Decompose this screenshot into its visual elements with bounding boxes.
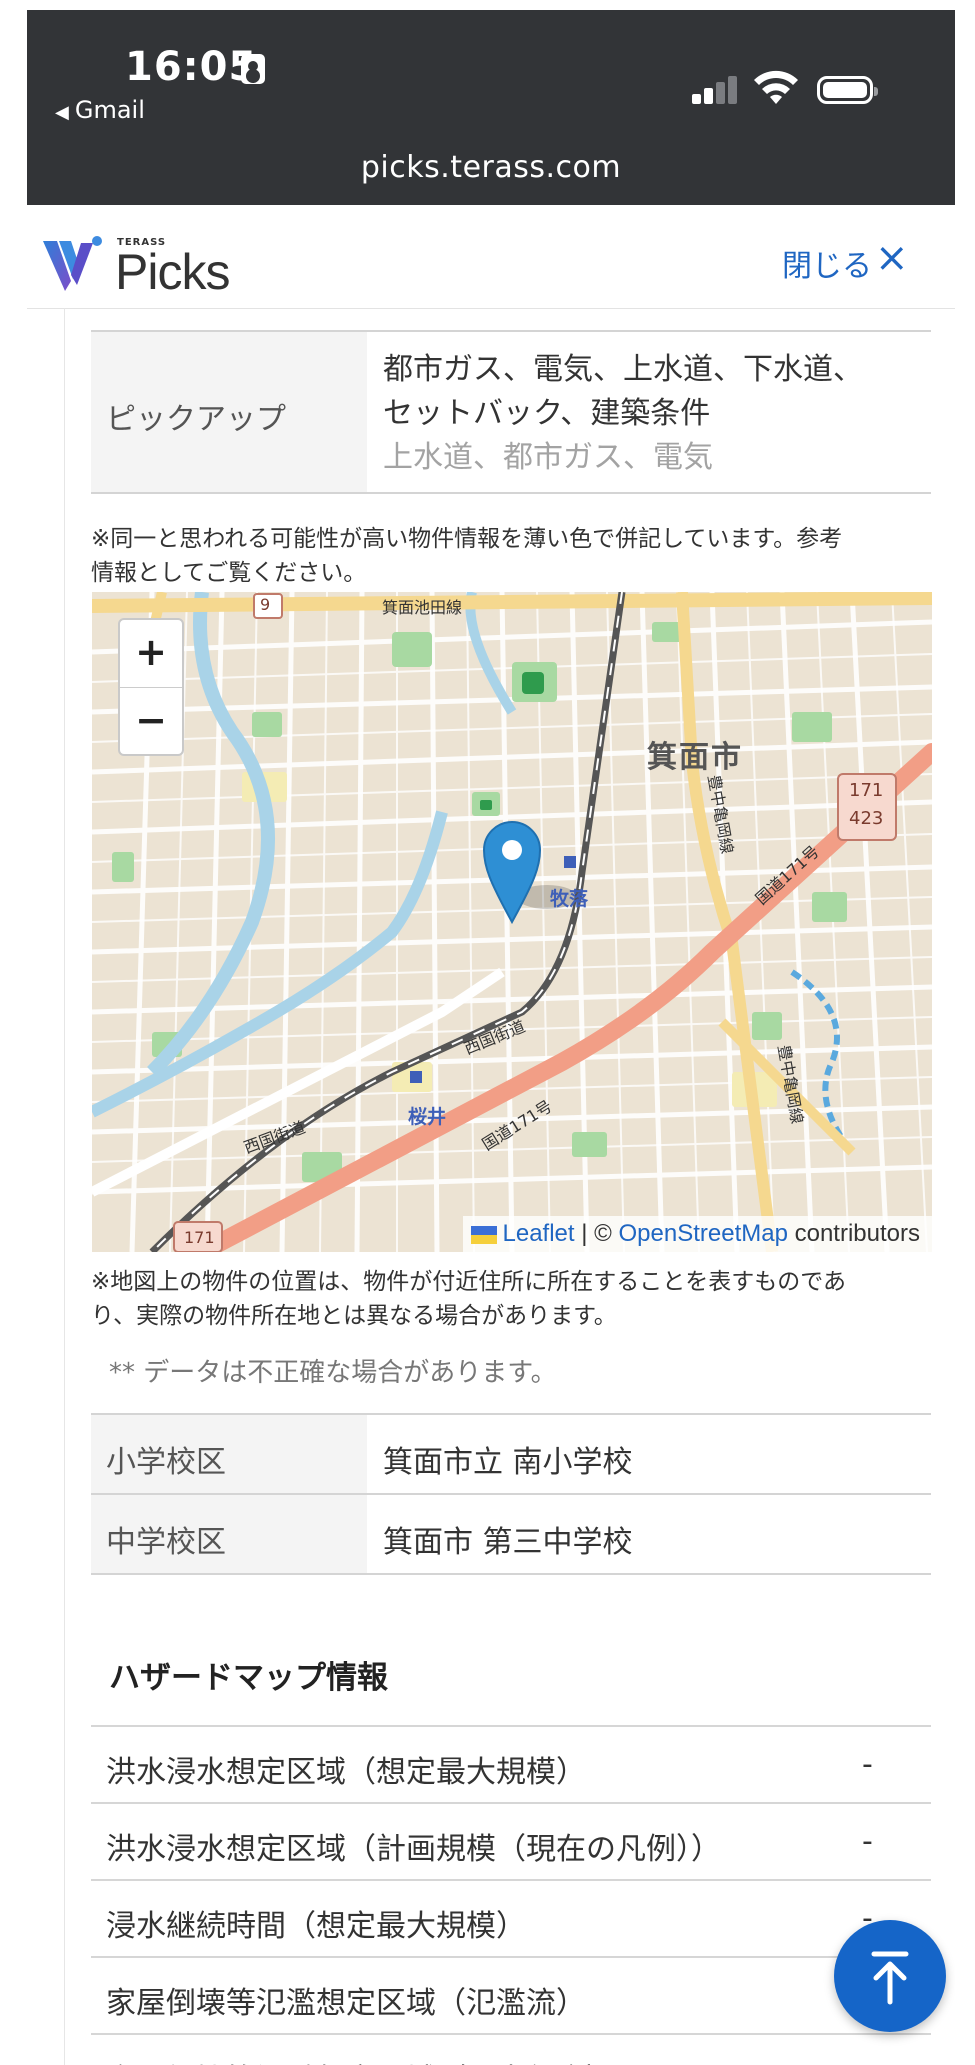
map-note-line2: り、実際の物件所在地とは異なる場合があります。 — [91, 1303, 617, 1329]
close-button-label[interactable]: 閉じる — [782, 241, 872, 285]
back-app-label: Gmail — [74, 96, 145, 124]
divider — [91, 1573, 931, 1575]
hazard-row-value: - — [862, 1747, 873, 1782]
zoom-control: + − — [118, 618, 184, 756]
hazard-row: 洪水浸水想定区域（想定最大規模） - — [91, 1725, 931, 1804]
pickup-value-line2: セットバック、建築条件 — [383, 396, 711, 431]
pickup-row: ピックアップ 都市ガス、電気、上水道、下水道、 セットバック、建築条件 上水道、… — [91, 332, 931, 492]
url-bar[interactable]: picks.terass.com — [27, 150, 955, 185]
hazard-row-label: 浸水継続時間（想定最大規模） — [106, 1909, 526, 1944]
property-map[interactable]: 箕面市 牧落 桜井 国道171号 国道171号 西国街道 西国街道 箕面池田線 … — [92, 592, 932, 1252]
app-header: TERASS Picks 閉じる × — [27, 205, 955, 309]
pickup-label: ピックアップ — [106, 402, 286, 437]
map-attribution: Leaflet | © OpenStreetMap contributors — [462, 1216, 932, 1252]
map-route-shield-171: 171 — [849, 780, 884, 801]
hazard-section-title: ハザードマップ情報 — [109, 1660, 388, 1696]
back-arrow-icon: ◀ — [55, 102, 69, 123]
hazard-row: 洪水浸水想定区域（計画規模（現在の凡例）） - — [91, 1802, 931, 1881]
battery-icon — [817, 76, 878, 104]
wifi-icon — [754, 70, 798, 104]
hazard-row: 家屋倒壊等氾濫想定区域（氾濫流） — [91, 1956, 931, 2035]
map-route-shield-423: 423 — [849, 808, 884, 829]
map-label-minoikeda: 箕面池田線 — [382, 598, 463, 617]
scroll-to-top-button[interactable] — [834, 1920, 946, 2032]
map-note: ※地図上の物件の位置は、物件が付近住所に所在することを表すものであ り、実際の物… — [91, 1265, 931, 1333]
elementary-school-row: 小学校区 箕面市立 南小学校 — [91, 1415, 931, 1493]
back-to-app-link[interactable]: ◀ Gmail — [55, 96, 145, 124]
pickup-header-cell: ピックアップ — [91, 332, 367, 492]
similar-note-line2: 情報としてご覧ください。 — [91, 560, 367, 586]
map-tiles[interactable] — [92, 592, 932, 1252]
status-bar: 16:05 ◀ Gmail picks.terass.com — [27, 10, 955, 205]
map-label-city: 箕面市 — [647, 740, 743, 775]
map-label-station-makiochi: 牧落 — [550, 888, 589, 910]
map-route-shield-9: 9 — [260, 595, 271, 614]
elementary-school-value: 箕面市立 南小学校 — [383, 1445, 633, 1480]
close-icon[interactable]: × — [875, 235, 909, 281]
hazard-row-label: 家屋倒壊等氾濫想定区域（河岸侵食） — [106, 2055, 616, 2065]
map-label-station-sakurai: 桜井 — [408, 1106, 447, 1128]
junior-high-school-header: 中学校区 — [91, 1495, 367, 1573]
map-route-shield-171-bottom: 171 — [184, 1228, 215, 1247]
junior-high-school-row: 中学校区 箕面市 第三中学校 — [91, 1495, 931, 1573]
cellular-signal-icon — [692, 74, 740, 104]
attribution-separator: | © — [574, 1220, 619, 1247]
hazard-row: 浸水継続時間（想定最大規模） - — [91, 1879, 931, 1958]
terass-logo-icon — [43, 236, 102, 291]
hazard-row-label: 洪水浸水想定区域（計画規模（現在の凡例）） — [106, 1832, 721, 1867]
junior-high-school-value: 箕面市 第三中学校 — [383, 1525, 633, 1560]
similar-note-line1: ※同一と思われる可能性が高い物件情報を薄い色で併記しています。参考 — [91, 526, 843, 552]
elementary-school-label: 小学校区 — [106, 1445, 226, 1480]
elementary-school-header: 小学校区 — [91, 1415, 367, 1493]
pickup-value-similar: 上水道、都市ガス、電気 — [383, 440, 713, 475]
hazard-row-label: 洪水浸水想定区域（想定最大規模） — [106, 1755, 586, 1790]
logo-wordmark: Picks — [115, 244, 230, 300]
phone-screen: 16:05 ◀ Gmail picks.terass.com TERASS Pi… — [27, 10, 955, 2065]
pickup-value-line1: 都市ガス、電気、上水道、下水道、 — [383, 352, 863, 387]
data-disclaimer: ** データは不正確な場合があります。 — [109, 1358, 557, 1388]
hazard-row: 家屋倒壊等氾濫想定区域（河岸侵食） — [91, 2033, 931, 2065]
junior-high-school-label: 中学校区 — [106, 1525, 226, 1560]
zoom-in-button[interactable]: + — [120, 620, 182, 687]
leaflet-link[interactable]: Leaflet — [503, 1220, 575, 1247]
divider — [91, 492, 931, 494]
osm-link[interactable]: OpenStreetMap — [619, 1220, 788, 1247]
ukraine-flag-icon — [470, 1225, 497, 1244]
similar-note: ※同一と思われる可能性が高い物件情報を薄い色で併記しています。参考 情報としてご… — [91, 522, 931, 590]
scroll-to-top-icon — [871, 1951, 909, 2005]
map-note-line1: ※地図上の物件の位置は、物件が付近住所に所在することを表すものであ — [91, 1269, 847, 1295]
hazard-row-label: 家屋倒壊等氾濫想定区域（氾濫流） — [106, 1986, 586, 2021]
hazard-row-value: - — [862, 1824, 873, 1859]
clock: 16:05 — [125, 44, 258, 90]
contact-card-icon — [241, 54, 265, 84]
zoom-out-button[interactable]: − — [120, 687, 182, 755]
attribution-contributors: contributors — [787, 1220, 920, 1247]
